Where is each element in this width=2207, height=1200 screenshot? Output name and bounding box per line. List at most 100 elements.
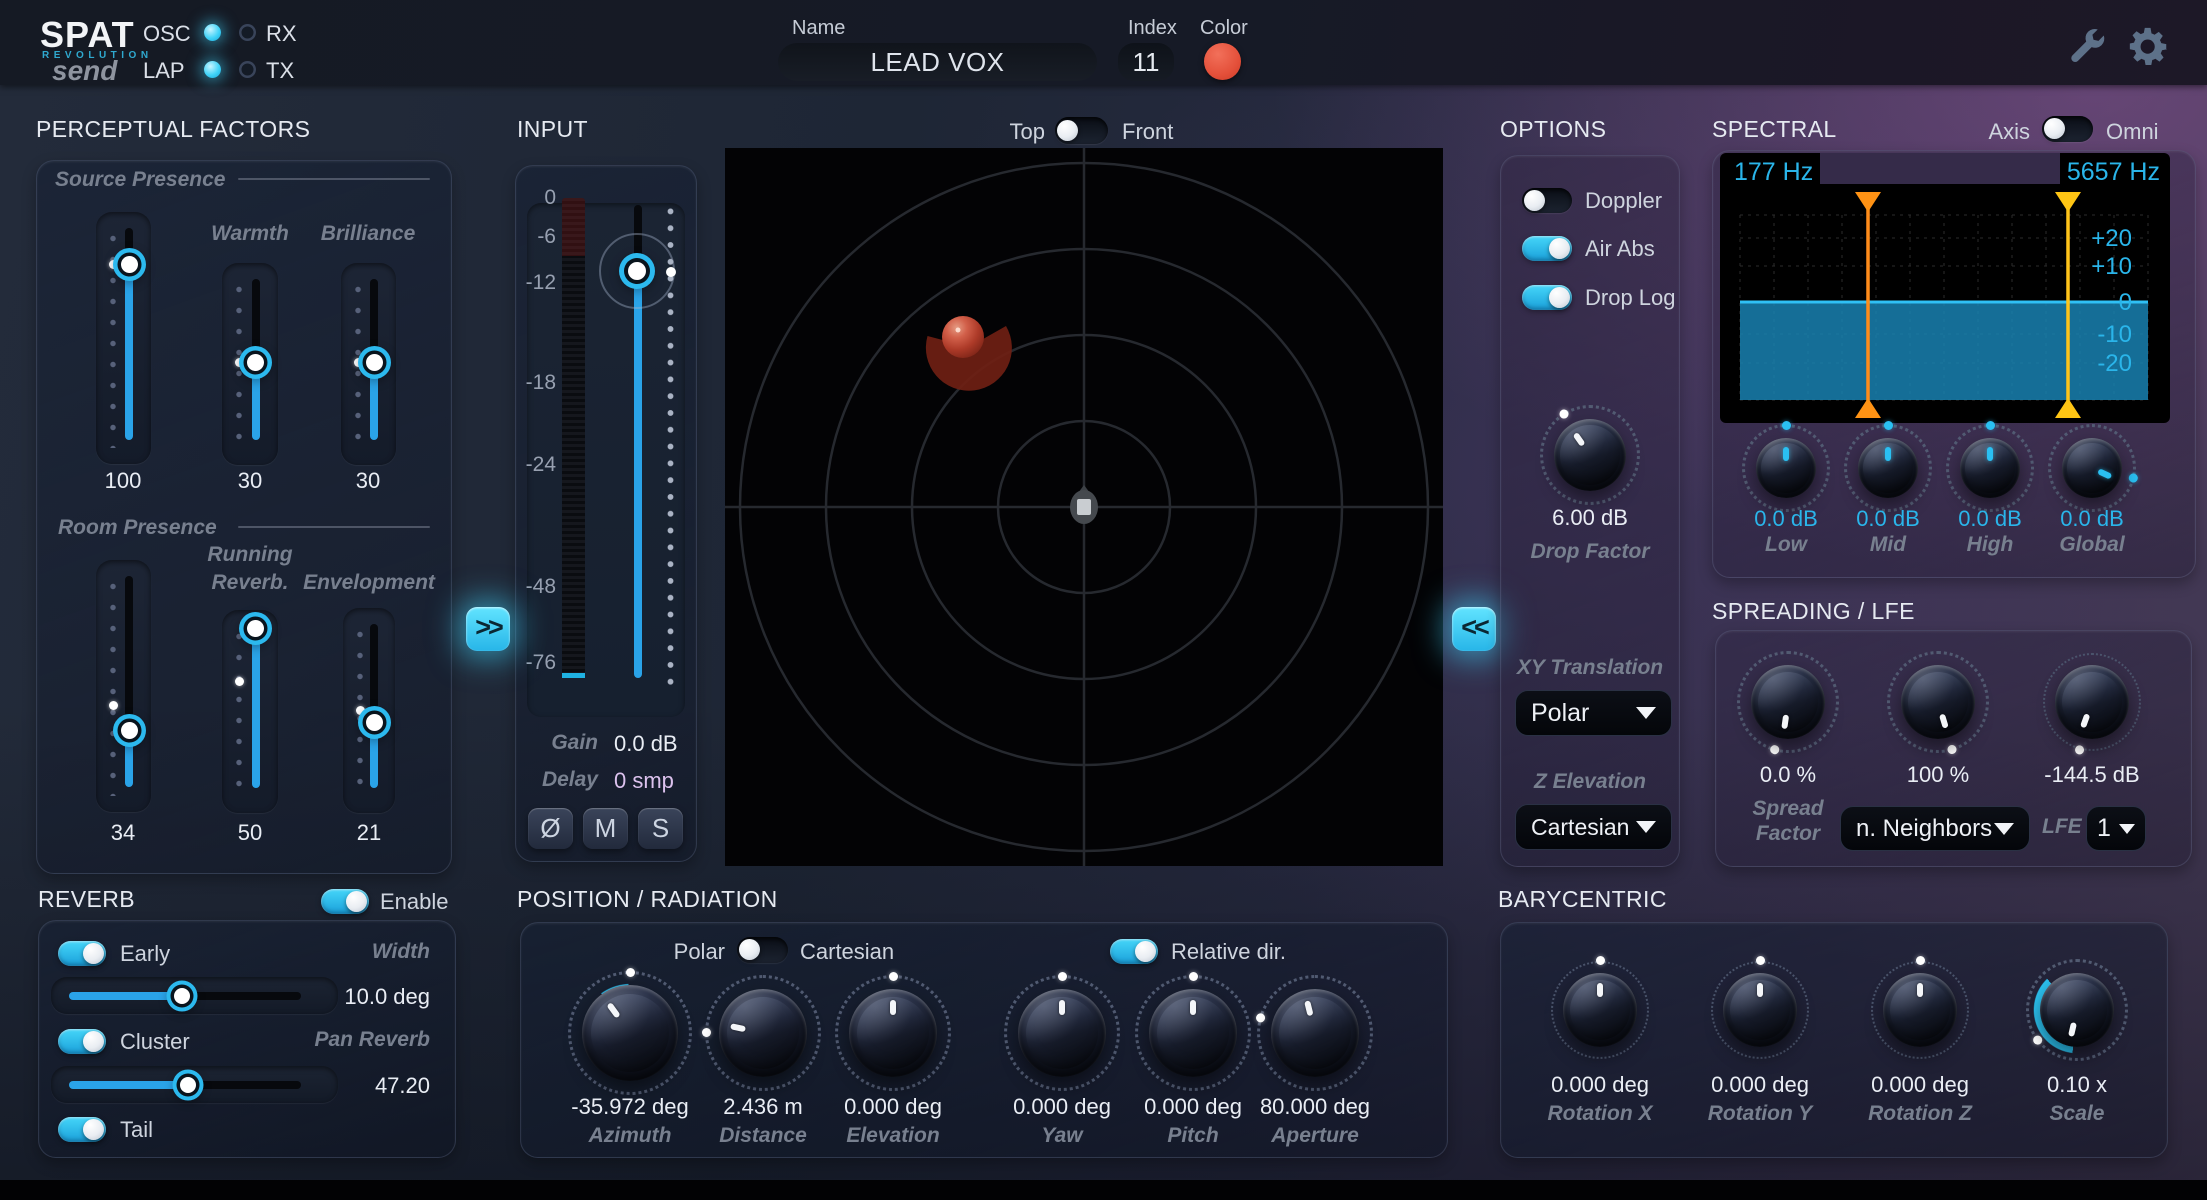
neighbors-amount-value[interactable]: 100 % [1858, 762, 2018, 788]
spectral-global-knob[interactable] [2062, 438, 2122, 498]
osc-led[interactable] [204, 24, 221, 41]
scale-knob[interactable] [2040, 973, 2114, 1047]
gain-value[interactable]: 0.0 dB [614, 731, 678, 757]
yaw-knob[interactable] [1018, 989, 1106, 1077]
axis-label: Axis [1950, 119, 2030, 145]
z-elevation-dropdown[interactable]: Cartesian [1515, 804, 1672, 850]
lap-led[interactable] [204, 61, 221, 78]
slider-handle[interactable] [180, 1077, 196, 1093]
spatial-radar-view[interactable] [725, 148, 1443, 866]
top-front-toggle[interactable] [1055, 117, 1108, 144]
distance-knob[interactable] [719, 989, 807, 1077]
meter-scale-12: -12 [516, 271, 556, 295]
source-object[interactable] [942, 316, 984, 358]
rotation-z-value[interactable]: 0.000 deg [1840, 1072, 2000, 1098]
rx-led[interactable] [239, 24, 256, 41]
rotation-z-knob[interactable] [1883, 973, 1957, 1047]
mute-button[interactable]: M [583, 808, 628, 849]
warmth-slider[interactable] [222, 263, 278, 465]
spread-factor-value[interactable]: 0.0 % [1708, 762, 1868, 788]
chevron-down-icon [1636, 821, 1656, 833]
wrench-icon[interactable] [2064, 26, 2108, 70]
slider-fill [125, 730, 133, 787]
gain-slider-handle[interactable] [628, 262, 646, 280]
aperture-knob[interactable] [1271, 989, 1359, 1077]
slider-track [125, 576, 133, 730]
scale-value[interactable]: 0.10 x [1997, 1072, 2157, 1098]
lfe-level-knob[interactable] [2055, 665, 2129, 739]
delay-value[interactable]: 0 smp [614, 768, 674, 794]
source-presence-slider[interactable] [96, 212, 151, 464]
name-input[interactable]: LEAD VOX [778, 43, 1097, 81]
low-cut-frequency-value[interactable]: 177 Hz [1734, 158, 1813, 187]
rotation-x-label: Rotation X [1520, 1102, 1680, 1126]
drop-factor-knob[interactable] [1554, 419, 1626, 491]
spectral-high-knob[interactable] [1960, 438, 2020, 498]
knob-pointer [1862, 442, 1914, 494]
slider-fill [69, 1081, 188, 1089]
elevation-value[interactable]: 0.000 deg [803, 1094, 983, 1120]
spectral-global-value[interactable]: 0.0 dB [2022, 506, 2162, 532]
brilliance-slider[interactable] [341, 263, 396, 465]
relative-dir-toggle[interactable] [1110, 939, 1158, 964]
air-abs-toggle[interactable] [1522, 236, 1572, 261]
aperture-value[interactable]: 80.000 deg [1225, 1094, 1405, 1120]
width-value: 10.0 deg [285, 984, 430, 1010]
high-cut-frequency-value[interactable]: 5657 Hz [2048, 158, 2160, 187]
index-value[interactable]: 11 [1118, 43, 1174, 81]
spread-mode-dropdown[interactable]: n. Neighbors [1840, 806, 2030, 851]
neighbors-amount-knob[interactable] [1901, 665, 1975, 739]
reverb-early-toggle[interactable] [58, 941, 106, 966]
source-color-swatch[interactable] [1204, 43, 1241, 80]
drop-log-toggle[interactable] [1522, 285, 1572, 310]
divider [238, 178, 430, 180]
azimuth-knob[interactable] [582, 985, 678, 1081]
rotation-y-label: Rotation Y [1680, 1102, 1840, 1126]
reverb-tail-toggle[interactable] [58, 1117, 106, 1142]
slider-handle[interactable] [247, 354, 264, 371]
aperture-label: Aperture [1225, 1124, 1405, 1148]
tx-led[interactable] [239, 61, 256, 78]
rotation-y-knob[interactable] [1723, 973, 1797, 1047]
reverb-cluster-toggle[interactable] [58, 1029, 106, 1054]
input-level-meter [562, 198, 585, 678]
collapse-right-panel-button[interactable]: << [1452, 607, 1496, 651]
spread-factor-knob[interactable] [1751, 665, 1825, 739]
spreading-lfe-title: SPREADING / LFE [1712, 598, 1915, 625]
lap-label: LAP [143, 58, 185, 84]
spectral-low-knob[interactable] [1756, 438, 1816, 498]
slider-handle[interactable] [121, 722, 138, 739]
spat-send-window: SPAT REVOLUTION send OSC RX LAP TX Name … [0, 0, 2207, 1200]
slider-marker-dot [356, 706, 365, 715]
envelopment-slider[interactable] [343, 608, 395, 813]
slider-handle[interactable] [174, 988, 190, 1004]
meter-scale-76: -76 [516, 651, 556, 675]
position-radiation-title: POSITION / RADIATION [517, 886, 778, 913]
lfe-level-value[interactable]: -144.5 dB [2012, 762, 2172, 788]
rotation-y-value[interactable]: 0.000 deg [1680, 1072, 1840, 1098]
expand-left-panel-button[interactable]: >> [466, 607, 510, 651]
rotation-x-knob[interactable] [1563, 973, 1637, 1047]
slider-handle[interactable] [366, 354, 383, 371]
running-reverb-slider[interactable] [222, 610, 278, 813]
doppler-toggle[interactable] [1522, 188, 1572, 213]
gain-slider-fill [634, 271, 642, 678]
room-presence-slider[interactable] [96, 560, 151, 812]
slider-handle[interactable] [247, 620, 264, 637]
reverb-enable-toggle[interactable] [321, 889, 369, 914]
slider-handle[interactable] [121, 256, 138, 273]
xy-translation-dropdown[interactable]: Polar [1515, 690, 1672, 736]
polar-cartesian-toggle[interactable] [737, 937, 788, 963]
slider-handle[interactable] [366, 714, 383, 731]
solo-button[interactable]: S [638, 808, 683, 849]
axis-omni-toggle[interactable] [2042, 116, 2093, 142]
elevation-knob[interactable] [849, 989, 937, 1077]
gain-slider-marker-dot [666, 267, 676, 277]
spectral-mid-knob[interactable] [1858, 438, 1918, 498]
pitch-knob[interactable] [1149, 989, 1237, 1077]
drop-factor-value[interactable]: 6.00 dB [1500, 505, 1680, 531]
settings-gear-icon[interactable] [2126, 24, 2172, 70]
phase-invert-button[interactable]: Ø [528, 808, 573, 849]
rotation-x-value[interactable]: 0.000 deg [1520, 1072, 1680, 1098]
lfe-channel-dropdown[interactable]: 1 [2086, 806, 2146, 851]
